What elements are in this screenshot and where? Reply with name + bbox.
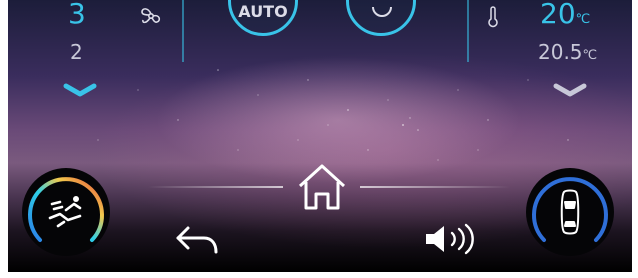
set-temperature-value: 20 — [540, 0, 576, 30]
back-arrow-icon — [176, 226, 218, 254]
home-button[interactable] — [294, 160, 350, 212]
right-divider — [467, 0, 469, 62]
set-temperature-unit: ℃ — [575, 12, 591, 27]
cabin-temperature-value: 20.5 — [538, 40, 583, 64]
home-icon — [298, 164, 346, 210]
fan-icon — [141, 8, 161, 24]
fan-speed-value[interactable]: 3 — [68, 0, 86, 28]
seat-climate-knob[interactable] — [22, 168, 110, 256]
cabin-temperature-unit: ℃ — [582, 48, 598, 63]
power-icon — [372, 7, 392, 17]
car-view-knob[interactable] — [526, 168, 614, 256]
car-view-icon — [560, 189, 580, 235]
back-button[interactable] — [174, 222, 220, 256]
set-temperature[interactable]: 20℃ — [540, 0, 590, 34]
thermometer-icon — [488, 6, 498, 28]
cabin-temperature: 20.5℃ — [538, 40, 597, 64]
fan-speed-down-button[interactable] — [62, 82, 98, 100]
fan-speed-next: 2 — [70, 40, 83, 64]
temperature-down-button[interactable] — [552, 82, 588, 100]
bottom-divider-right — [360, 186, 510, 188]
climate-screen: 3 2 AUTO 20℃ 20.5℃ — [8, 0, 632, 272]
auto-label: AUTO — [238, 2, 288, 21]
volume-button[interactable] — [422, 222, 480, 256]
volume-icon — [426, 223, 474, 255]
left-divider — [182, 0, 184, 62]
bottom-divider-left — [148, 186, 283, 188]
seat-climate-icon — [48, 196, 82, 228]
